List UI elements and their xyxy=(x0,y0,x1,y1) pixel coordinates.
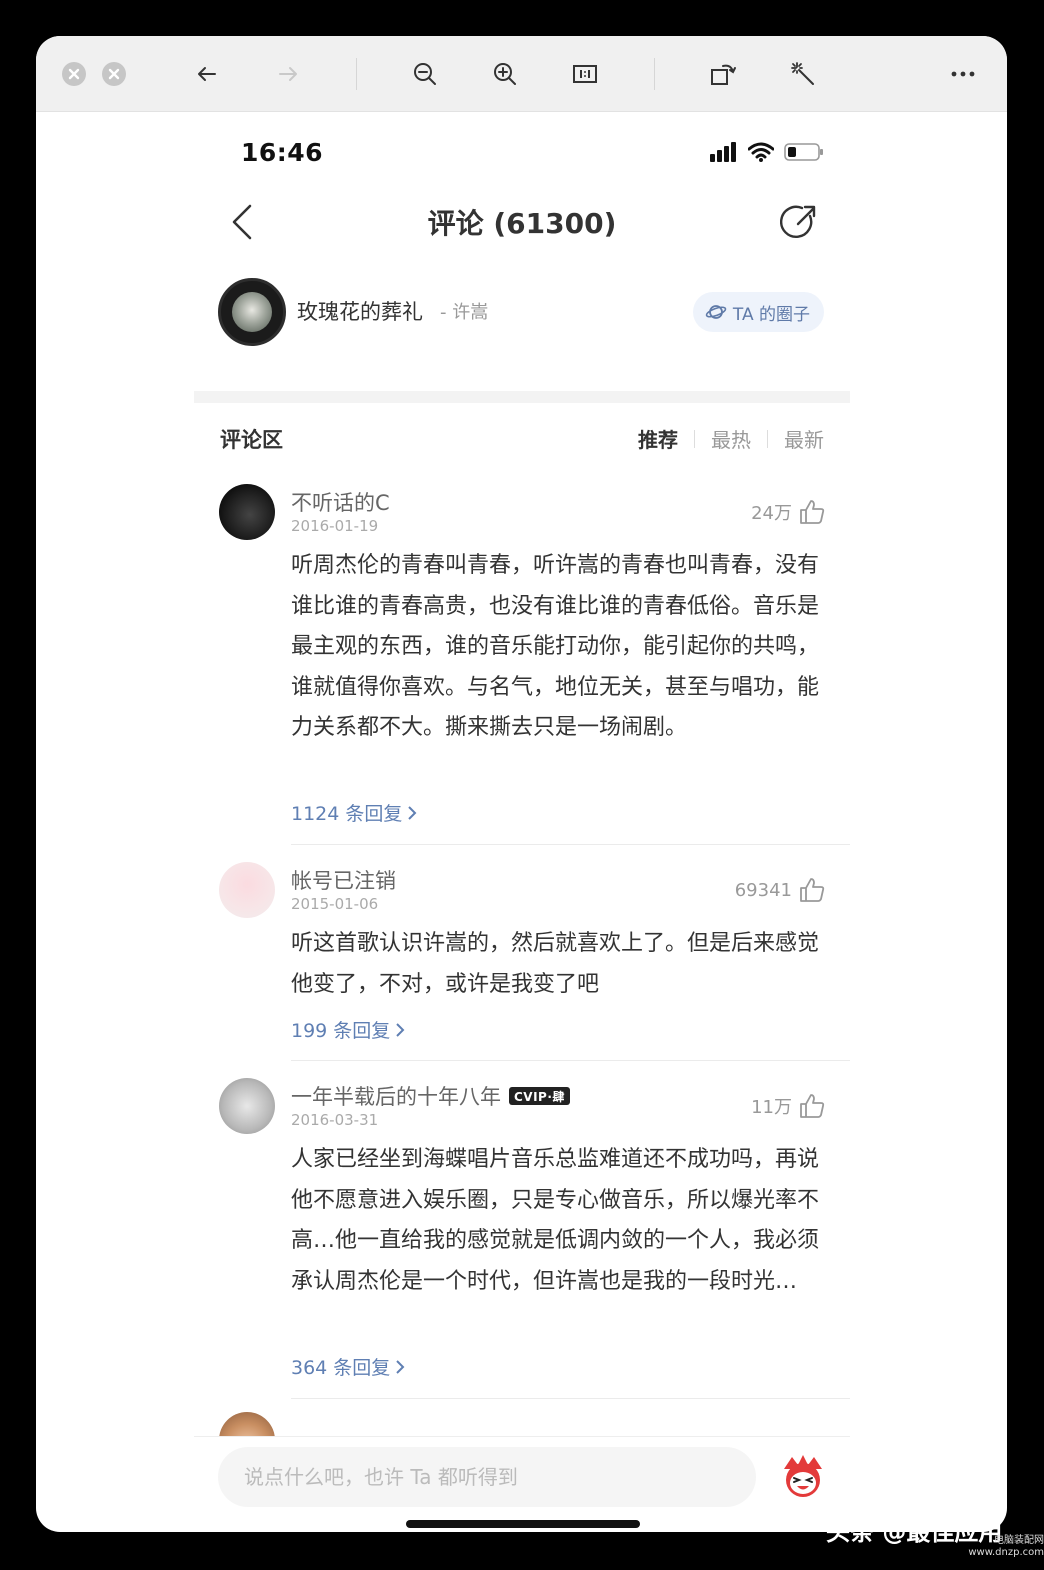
rotate-icon[interactable] xyxy=(707,58,739,90)
comment-date: 2016-03-31 xyxy=(291,1111,379,1129)
like-count: 69341 xyxy=(734,879,792,901)
zoom-in-icon[interactable] xyxy=(489,58,521,90)
comment-input[interactable] xyxy=(218,1447,756,1507)
replies-link[interactable]: 199 条回复 xyxy=(291,1016,406,1043)
song-cover[interactable] xyxy=(218,278,286,346)
comment-user[interactable]: 帐号已注销 xyxy=(291,865,396,895)
tab-recommended[interactable]: 推荐 xyxy=(622,424,694,453)
sort-tabs: 推荐 最热 最新 xyxy=(622,424,824,453)
next-comment-avatar xyxy=(219,1412,275,1436)
song-artist: - 许嵩 xyxy=(440,302,489,323)
comment-text: 听周杰伦的青春叫青春，听许嵩的青春也叫青春，没有谁比谁的青春高贵，也没有谁比谁的… xyxy=(291,553,820,740)
ta-circle-button[interactable]: TA 的圈子 xyxy=(692,292,824,332)
avatar[interactable] xyxy=(219,484,275,540)
ta-circle-label: TA 的圈子 xyxy=(732,304,810,325)
thumb-up-icon xyxy=(800,878,825,902)
like-button[interactable]: 11万 xyxy=(751,1092,826,1120)
section-divider xyxy=(194,391,850,403)
more-icon[interactable] xyxy=(947,58,979,90)
planet-icon xyxy=(705,305,727,319)
share-icon[interactable] xyxy=(780,202,820,242)
actual-size-icon[interactable] xyxy=(569,58,601,90)
chevron-right-icon xyxy=(396,1022,405,1037)
replies-link[interactable]: 364 条回复 xyxy=(291,1353,406,1380)
back-arrow-icon[interactable] xyxy=(191,58,223,90)
vip-badge: CVIP·肆 xyxy=(509,1087,570,1105)
comment-divider xyxy=(291,1060,850,1061)
image-viewer-window: 16:46 评论 (61300) 玫瑰花的葬礼 - 许嵩 TA 的圈子 评论区 … xyxy=(36,36,1007,1532)
home-indicator xyxy=(406,1520,640,1528)
nav-bar: 评论 (61300) xyxy=(194,192,850,254)
like-count: 24万 xyxy=(751,503,792,524)
section-title: 评论区 xyxy=(220,428,283,452)
comment-item: 帐号已注销 2015-01-06 69341 听这首歌认识许嵩的，然后就喜欢上了… xyxy=(194,862,850,1062)
comment-divider xyxy=(291,1398,850,1399)
comment-date: 2016-01-19 xyxy=(291,517,379,535)
comment-item: 一年半载后的十年八年 CVIP·肆 2016-03-31 11万 人家已经坐到海… xyxy=(194,1078,850,1400)
close-icon[interactable] xyxy=(62,62,86,86)
viewer-toolbar xyxy=(36,36,1007,112)
page-title: 评论 (61300) xyxy=(427,207,617,240)
comment-user[interactable]: 一年半载后的十年八年 CVIP·肆 xyxy=(291,1081,570,1111)
comment-item: 不听话的C 2016-01-19 24万 听周杰伦的青春叫青春，听许嵩的青春也叫… xyxy=(194,484,850,846)
comment-date: 2015-01-06 xyxy=(291,895,379,913)
signal-icon xyxy=(710,142,736,162)
magic-wand-icon[interactable] xyxy=(787,58,819,90)
minimize-icon[interactable] xyxy=(102,62,126,86)
comment-text: 听这首歌认识许嵩的，然后就喜欢上了。但是后来感觉他变了，不对，或许是我变了吧 xyxy=(291,931,820,997)
site-watermark: 电脑装配网 www.dnzp.com xyxy=(968,1535,1044,1558)
song-title[interactable]: 玫瑰花的葬礼 xyxy=(297,296,423,326)
comment-section-header: 评论区 推荐 最热 最新 xyxy=(194,412,850,462)
like-button[interactable]: 69341 xyxy=(735,876,826,904)
comment-user[interactable]: 不听话的C xyxy=(291,487,390,517)
phone-screenshot: 16:46 评论 (61300) 玫瑰花的葬礼 - 许嵩 TA 的圈子 评论区 … xyxy=(194,112,850,1532)
chevron-right-icon xyxy=(396,1359,405,1374)
avatar[interactable] xyxy=(219,862,275,918)
tab-newest[interactable]: 最新 xyxy=(768,424,824,453)
chevron-right-icon xyxy=(408,805,417,820)
mascot-icon[interactable] xyxy=(778,1451,828,1501)
status-icons xyxy=(710,142,824,162)
toolbar-divider xyxy=(356,58,357,90)
wifi-icon xyxy=(748,142,774,162)
avatar[interactable] xyxy=(219,1078,275,1134)
song-info-row[interactable]: 玫瑰花的葬礼 - 许嵩 TA 的圈子 xyxy=(194,272,850,352)
forward-arrow-icon[interactable] xyxy=(272,58,304,90)
thumb-up-icon xyxy=(800,1094,825,1118)
tab-hottest[interactable]: 最热 xyxy=(695,424,767,453)
thumb-up-icon xyxy=(800,500,825,524)
toolbar-divider xyxy=(654,58,655,90)
status-time: 16:46 xyxy=(241,138,324,167)
replies-link[interactable]: 1124 条回复 xyxy=(291,799,418,826)
comment-text: 人家已经坐到海蝶唱片音乐总监难道还不成功吗，再说他不愿意进入娱乐圈，只是专心做音… xyxy=(291,1147,820,1294)
zoom-out-icon[interactable] xyxy=(409,58,441,90)
comment-input-bar xyxy=(194,1436,850,1532)
like-button[interactable]: 24万 xyxy=(751,498,826,526)
battery-icon xyxy=(784,143,823,161)
comment-divider xyxy=(291,844,850,845)
like-count: 11万 xyxy=(751,1097,792,1118)
